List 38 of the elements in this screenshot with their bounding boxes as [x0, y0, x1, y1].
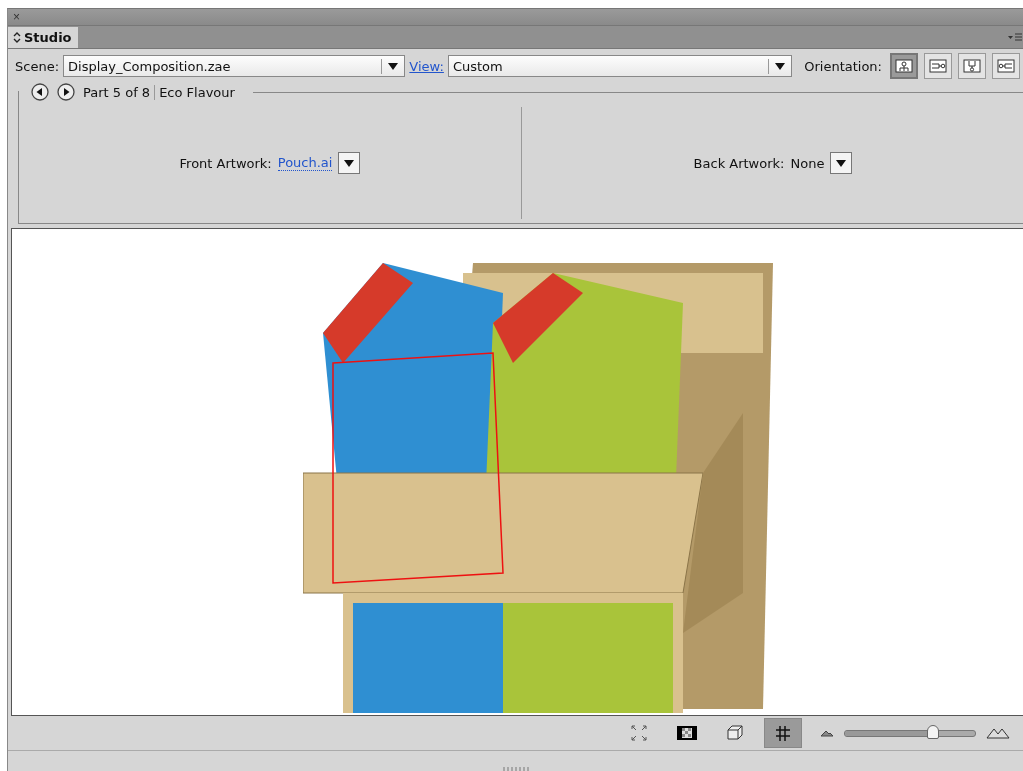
orientation-button[interactable]	[924, 53, 952, 79]
front-artwork-label: Front Artwork:	[179, 155, 272, 171]
next-button[interactable]	[57, 83, 75, 101]
large-mountain-icon[interactable]	[986, 727, 1010, 739]
caret-icon	[836, 159, 847, 167]
back-artwork-value: None	[790, 155, 825, 171]
orientation-button[interactable]	[958, 53, 986, 79]
orientation-label: Orientation:	[804, 58, 882, 74]
orientation-button[interactable]	[992, 53, 1020, 79]
studio-tab[interactable]: Studio	[8, 27, 78, 48]
panel-menu-icon[interactable]	[1008, 32, 1022, 42]
figure-frame-icon	[893, 58, 915, 74]
3d-viewport[interactable]	[11, 228, 1023, 716]
close-button[interactable]: ×	[8, 10, 20, 24]
plug-left-frame-icon	[995, 58, 1017, 74]
back-artwork-label: Back Artwork:	[693, 155, 785, 171]
scene-label: Scene:	[15, 58, 59, 74]
back-artwork-dropdown-button[interactable]	[830, 152, 853, 174]
resize-grip-icon[interactable]	[502, 767, 530, 771]
orientation-button[interactable]	[890, 53, 918, 79]
slider-thumb[interactable]	[927, 724, 940, 739]
plug-down-frame-icon	[961, 58, 983, 74]
view-dropdown[interactable]: Custom	[447, 55, 793, 77]
grid-button[interactable]	[764, 718, 802, 748]
view-link[interactable]: View:	[409, 58, 444, 74]
scene-dropdown[interactable]: Display_Composition.zae	[63, 55, 406, 77]
part-counter: Part 5 of 8	[83, 84, 151, 100]
small-mountain-icon[interactable]	[820, 729, 834, 737]
sort-arrows-icon	[13, 32, 21, 43]
caret-icon	[775, 62, 786, 70]
plug-right-frame-icon	[927, 58, 949, 74]
caret-icon	[344, 159, 355, 167]
fit-view-icon	[628, 722, 650, 744]
part-name: Eco Flavour	[154, 84, 235, 100]
front-artwork-link[interactable]: Pouch.ai	[277, 155, 333, 171]
previous-button[interactable]	[31, 83, 49, 101]
caret-icon	[388, 62, 399, 70]
front-artwork-dropdown-button[interactable]	[338, 152, 361, 174]
